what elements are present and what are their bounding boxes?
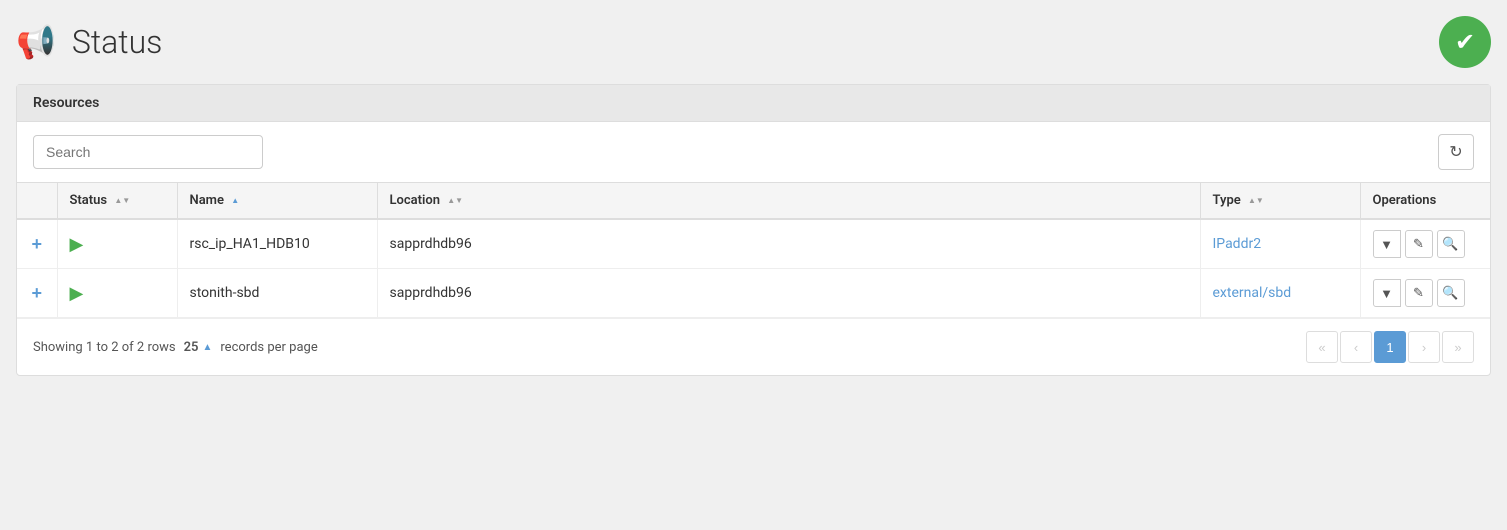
status-ok-badge: ✔ (1439, 16, 1491, 68)
page-prev-button[interactable]: ‹ (1340, 331, 1372, 363)
checkmark-icon: ✔ (1455, 28, 1475, 56)
table-footer: Showing 1 to 2 of 2 rows 25 ▲ records pe… (17, 318, 1490, 375)
type-cell-0: IPaddr2 (1200, 219, 1360, 269)
name-sort-icon[interactable]: ▲ (231, 197, 239, 205)
ops-dropdown-button-0[interactable]: ▼ (1373, 230, 1401, 258)
status-sort-icon[interactable]: ▲▼ (114, 197, 130, 205)
running-icon-0: ▶ (70, 234, 84, 255)
location-cell-0: sapprdhdb96 (377, 219, 1200, 269)
col-operations-header: Operations (1360, 183, 1490, 219)
table-row: + ▶ stonith-sbd sapprdhdb96 external/sbd… (17, 269, 1490, 318)
page-last-button[interactable]: » (1442, 331, 1474, 363)
ops-edit-button-1[interactable]: ✎ (1405, 279, 1433, 307)
page-next-button[interactable]: › (1408, 331, 1440, 363)
per-page-arrow-icon: ▲ (202, 342, 212, 353)
per-page-value: 25 (184, 340, 199, 355)
refresh-icon: ↻ (1449, 142, 1462, 162)
expand-button-1[interactable]: + (31, 283, 42, 304)
name-cell-0: rsc_ip_HA1_HDB10 (177, 219, 377, 269)
col-expand-header (17, 183, 57, 219)
search-input[interactable] (33, 135, 263, 169)
col-status-header: Status ▲▼ (57, 183, 177, 219)
status-cell-0: ▶ (57, 219, 177, 269)
resources-header: Resources (17, 85, 1490, 122)
megaphone-icon: 📢 (16, 23, 56, 61)
page-header: 📢 Status ✔ (16, 16, 1491, 68)
ops-dropdown-button-1[interactable]: ▼ (1373, 279, 1401, 307)
page-title: Status (72, 23, 163, 61)
ops-edit-button-0[interactable]: ✎ (1405, 230, 1433, 258)
expand-cell-1: + (17, 269, 57, 318)
table-header-row: Status ▲▼ Name ▲ Location ▲▼ Type ▲▼ (17, 183, 1490, 219)
resources-table: Status ▲▼ Name ▲ Location ▲▼ Type ▲▼ (17, 183, 1490, 318)
expand-button-0[interactable]: + (31, 234, 42, 255)
name-cell-1: stonith-sbd (177, 269, 377, 318)
resources-label: Resources (33, 95, 99, 111)
page-1-button[interactable]: 1 (1374, 331, 1406, 363)
per-page-control[interactable]: 25 ▲ (184, 340, 213, 355)
type-link-0[interactable]: IPaddr2 (1213, 236, 1262, 252)
col-type-header: Type ▲▼ (1200, 183, 1360, 219)
ops-search-button-1[interactable]: 🔍 (1437, 279, 1465, 307)
type-sort-icon[interactable]: ▲▼ (1248, 197, 1264, 205)
refresh-button[interactable]: ↻ (1438, 134, 1474, 170)
expand-cell-0: + (17, 219, 57, 269)
pagination: « ‹ 1 › » (1306, 331, 1474, 363)
running-icon-1: ▶ (70, 283, 84, 304)
col-location-header: Location ▲▼ (377, 183, 1200, 219)
table-row: + ▶ rsc_ip_HA1_HDB10 sapprdhdb96 IPaddr2… (17, 219, 1490, 269)
showing-text: Showing 1 to 2 of 2 rows (33, 340, 176, 355)
type-cell-1: external/sbd (1200, 269, 1360, 318)
status-cell-1: ▶ (57, 269, 177, 318)
resources-panel: Resources ↻ Status ▲▼ Name ▲ (16, 84, 1491, 376)
per-page-label: records per page (220, 340, 317, 355)
location-cell-1: sapprdhdb96 (377, 269, 1200, 318)
type-link-1[interactable]: external/sbd (1213, 285, 1292, 301)
ops-search-button-0[interactable]: 🔍 (1437, 230, 1465, 258)
toolbar: ↻ (17, 122, 1490, 183)
location-sort-icon[interactable]: ▲▼ (447, 197, 463, 205)
page-first-button[interactable]: « (1306, 331, 1338, 363)
ops-cell-1: ▼ ✎ 🔍 (1360, 269, 1490, 318)
col-name-header: Name ▲ (177, 183, 377, 219)
ops-cell-0: ▼ ✎ 🔍 (1360, 219, 1490, 269)
